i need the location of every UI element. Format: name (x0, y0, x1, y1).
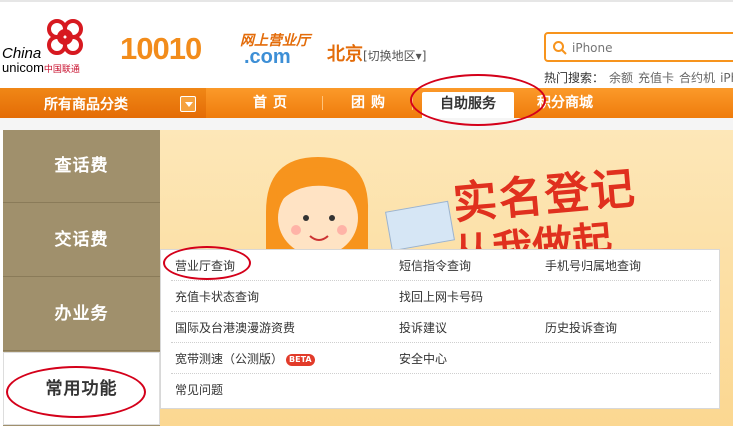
id-card-illustration (385, 200, 455, 252)
beta-badge: BETA (286, 353, 315, 366)
hot-keyword[interactable]: 余额 (609, 71, 633, 85)
main-nav: 所有商品分类 首页 团购 自助服务 积分商城 (0, 88, 733, 118)
left-item-business[interactable]: 办业务 (3, 278, 160, 351)
logo-line1: China (2, 45, 42, 62)
search-input[interactable] (572, 38, 732, 58)
hot-keyword[interactable]: 充值卡 (638, 71, 674, 85)
category-label: 所有商品分类 (44, 97, 128, 113)
nav-divider (322, 96, 323, 110)
menu-row: 国际及台港澳漫游资费 投诉建议 历史投诉查询 (171, 312, 711, 343)
common-functions-dropdown: 营业厅查询 短信指令查询 手机号归属地查询 充值卡状态查询 找回上网卡号码 国际… (160, 249, 720, 409)
link-recover-card-number[interactable]: 找回上网卡号码 (399, 288, 483, 305)
link-business-hall-query[interactable]: 营业厅查询 (175, 257, 235, 274)
logo-line2: unicom (2, 60, 44, 75)
brand-domain: .com (244, 46, 291, 68)
nav-divider (412, 96, 413, 110)
hot-keyword[interactable]: iPh (720, 71, 733, 85)
brand-number: 10010 (120, 31, 202, 66)
hot-keyword[interactable]: 合约机 (679, 71, 715, 85)
unicom-logo[interactable]: China unicom中国联通 (2, 46, 112, 76)
left-item-pay-bill[interactable]: 交话费 (3, 204, 160, 277)
link-broadband-speedtest-label: 宽带测速（公测版） (175, 352, 284, 366)
left-menu: 查话费 交话费 办业务 常用功能 (3, 130, 160, 426)
hot-search: 热门搜索： 余额充值卡合约机 iPh (544, 69, 733, 86)
city-selector: 北京[切换地区▾] (327, 40, 426, 66)
header: China unicom中国联通 10010 网上营业厅 .com 北京[切换地… (0, 0, 733, 86)
nav-item-points-mall[interactable]: 积分商城 (530, 88, 600, 118)
logo-cn: 中国联通 (43, 64, 80, 74)
nav-item-self-service[interactable]: 自助服务 (422, 92, 514, 118)
link-broadband-speedtest[interactable]: 宽带测速（公测版） BETA (175, 350, 315, 367)
left-item-query-bill[interactable]: 查话费 (3, 130, 160, 203)
link-complaint-history[interactable]: 历史投诉查询 (545, 319, 617, 336)
nav-item-home[interactable]: 首页 (238, 88, 308, 118)
hot-search-label: 热门搜索： (544, 71, 605, 85)
menu-row: 常见问题 (171, 374, 711, 405)
search-box (544, 32, 733, 62)
link-security-center[interactable]: 安全中心 (399, 350, 447, 367)
city-switch-link[interactable]: [切换地区▾] (363, 49, 426, 63)
cartoon-girl-illustration (266, 157, 369, 256)
link-card-status-query[interactable]: 充值卡状态查询 (175, 288, 259, 305)
link-sms-command-query[interactable]: 短信指令查询 (399, 257, 471, 274)
category-menu[interactable]: 所有商品分类 (0, 88, 206, 118)
chevron-down-icon[interactable] (180, 96, 196, 112)
left-item-common-functions[interactable]: 常用功能 (3, 352, 160, 425)
menu-row: 营业厅查询 短信指令查询 手机号归属地查询 (171, 250, 711, 281)
menu-row: 宽带测速（公测版） BETA 安全中心 (171, 343, 711, 374)
city-name: 北京 (327, 44, 363, 65)
link-faq[interactable]: 常见问题 (175, 381, 223, 398)
link-number-location-query[interactable]: 手机号归属地查询 (545, 257, 641, 274)
link-complaint[interactable]: 投诉建议 (399, 319, 447, 336)
menu-row: 充值卡状态查询 找回上网卡号码 (171, 281, 711, 312)
search-icon[interactable] (552, 40, 568, 56)
link-roaming-rates[interactable]: 国际及台港澳漫游资费 (175, 319, 295, 336)
nav-item-groupbuy[interactable]: 团购 (336, 88, 406, 118)
gray-strip (0, 118, 733, 130)
